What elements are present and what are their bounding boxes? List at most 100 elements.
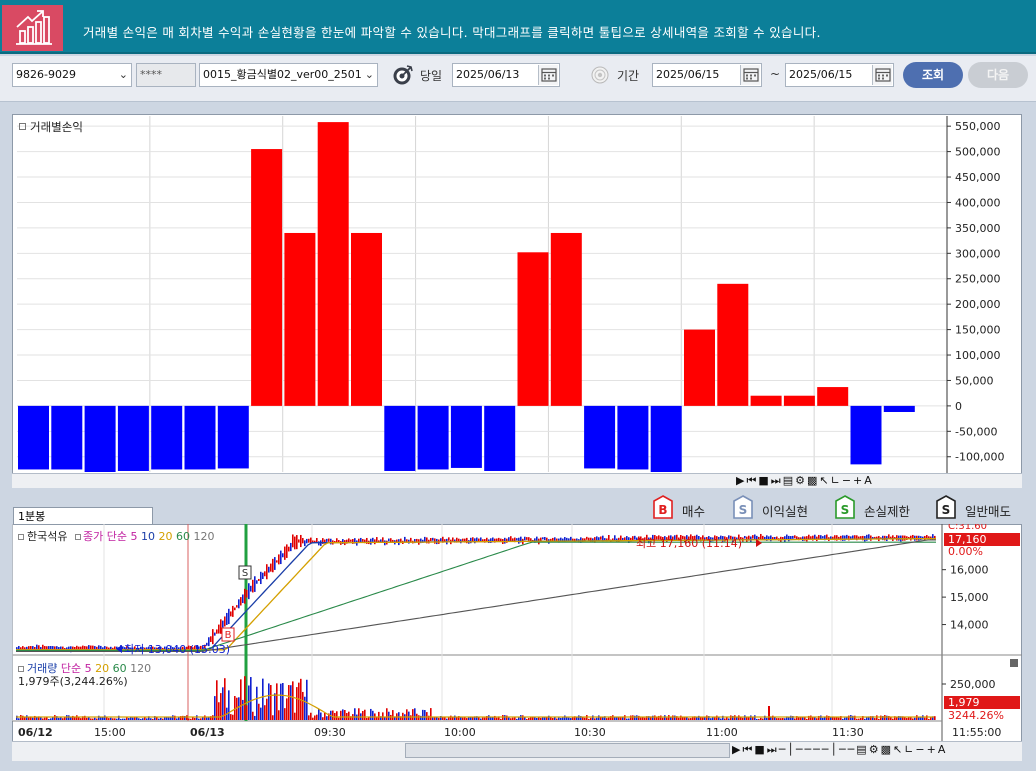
candle [244,588,246,604]
calendar-icon[interactable] [872,65,892,85]
pnl-bar[interactable] [51,405,83,470]
stop-icon[interactable]: ■ [758,474,770,487]
pnl-bar[interactable] [550,232,582,406]
price-volume-chart[interactable]: 16,00015,00014,00017,160C:31.600.00%최고 1… [12,524,1022,761]
volume-bar [186,715,188,720]
pnl-bar[interactable] [617,405,649,470]
volume-bar [128,718,130,720]
strategy-select[interactable]: 0015_황금식별02_ver00_2501 ⌄ [199,63,378,87]
sell-signal-letter: S [242,568,248,579]
panel-close-icon[interactable] [1010,659,1018,667]
pnl-bar[interactable] [450,405,482,468]
last-icon[interactable]: ⏭ [767,743,779,756]
pnl-bar[interactable] [317,122,349,406]
pnl-bar[interactable] [151,405,183,470]
candle [854,535,856,539]
volume-bar [590,717,592,720]
pnl-bar[interactable] [484,405,516,471]
scroll-thumb[interactable] [405,743,730,758]
pnl-bar[interactable] [817,387,849,406]
volume-bar [354,708,356,720]
candle [228,608,230,625]
pnl-bar[interactable] [883,405,915,412]
candle [18,645,20,650]
pan-icon[interactable]: ▩ [881,743,893,756]
volume-bar [644,717,646,720]
pnl-bar[interactable] [384,405,416,471]
measure-icon[interactable]: ∟ [904,743,915,756]
last-icon[interactable]: ⏭ [771,474,783,487]
next-button[interactable]: 다음 [968,62,1028,88]
volume-bar [224,678,226,720]
pnl-bar[interactable] [351,232,382,406]
candle [292,534,294,548]
today-radio[interactable] [392,64,414,86]
pnl-bar[interactable] [217,405,249,469]
text-tool-icon[interactable]: A [864,474,874,487]
pnl-bar[interactable] [184,405,216,470]
zoom-tool-icon[interactable]: ▤ [783,474,795,487]
pnl-bar[interactable] [783,395,815,406]
minus-icon[interactable]: − [842,474,853,487]
period-to-field[interactable]: 2025/06/15 [785,63,894,87]
account-select[interactable]: 9826-9029 ⌄ [12,63,132,87]
settings-icon[interactable]: ⚙ [869,743,881,756]
candle [524,536,526,541]
minus-icon[interactable]: − [915,743,926,756]
volume-bar [760,717,762,720]
y-tick-label: 200,000 [955,298,1001,311]
pnl-bar[interactable] [18,405,49,470]
current-volume-text: 1,979 [948,696,980,709]
price-nav-controls[interactable]: ▶⏮■⏭─│────│──▤⚙▩↖∟−+A [732,743,1027,758]
pnl-bar[interactable] [284,232,316,406]
pnl-bar[interactable] [850,405,882,465]
scroll-right-icon[interactable]: ▶ [736,474,746,487]
measure-icon[interactable]: ∟ [831,474,842,487]
zoom-slider[interactable]: ─│────│── [779,743,857,756]
cursor-icon[interactable]: ↖ [893,743,904,756]
first-icon[interactable]: ⏮ [746,474,758,487]
pan-icon[interactable]: ▩ [807,474,819,487]
pnl-bar[interactable] [650,405,682,472]
period-radio[interactable] [591,66,609,84]
volume-bar [342,709,344,720]
pnl-bar[interactable] [584,405,616,469]
legend-label: 손실제한 [864,504,911,519]
calendar-icon[interactable] [740,65,760,85]
candle [268,566,270,573]
calendar-icon[interactable] [538,65,558,85]
query-button[interactable]: 조회 [903,62,963,88]
scroll-right-icon[interactable]: ▶ [732,743,742,756]
volume-bar [468,717,470,720]
plus-icon[interactable]: + [853,474,864,487]
pnl-bar[interactable] [750,395,782,406]
cursor-icon[interactable]: ↖ [819,474,830,487]
stop-icon[interactable]: ■ [754,743,766,756]
pnl-bar[interactable] [417,405,449,470]
badge-letter: S [739,503,748,517]
pnl-nav-controls[interactable]: ▶⏮■⏭▤⚙▩↖∟−+A [736,474,1026,488]
pnl-bar-chart[interactable]: 550,000 500,000 450,000 400,000 350,000 300,0… [12,114,1022,488]
volume-bar [358,708,360,720]
period-tab[interactable]: 1분봉 [13,507,153,525]
pnl-bar[interactable] [84,405,116,472]
pnl-bar[interactable] [117,405,149,471]
pnl-bar[interactable] [684,329,715,406]
today-date-field[interactable]: 2025/06/13 [452,63,560,87]
password-field[interactable]: **** [136,63,196,87]
settings-icon[interactable]: ⚙ [795,474,807,487]
first-icon[interactable]: ⏮ [742,743,754,756]
volume-bar [324,712,326,720]
zoom-tool-icon[interactable]: ▤ [856,743,868,756]
pnl-bar[interactable] [717,283,749,406]
pnl-bar[interactable] [517,252,549,406]
volume-bar [748,717,750,720]
pnl-bar[interactable] [251,149,283,406]
volume-bar [426,712,428,720]
ma20-line [16,537,936,651]
period-from-field[interactable]: 2025/06/15 [652,63,762,87]
volume-bar [134,717,136,720]
candle [288,546,290,552]
text-tool-icon[interactable]: A [938,743,948,756]
plus-icon[interactable]: + [927,743,938,756]
